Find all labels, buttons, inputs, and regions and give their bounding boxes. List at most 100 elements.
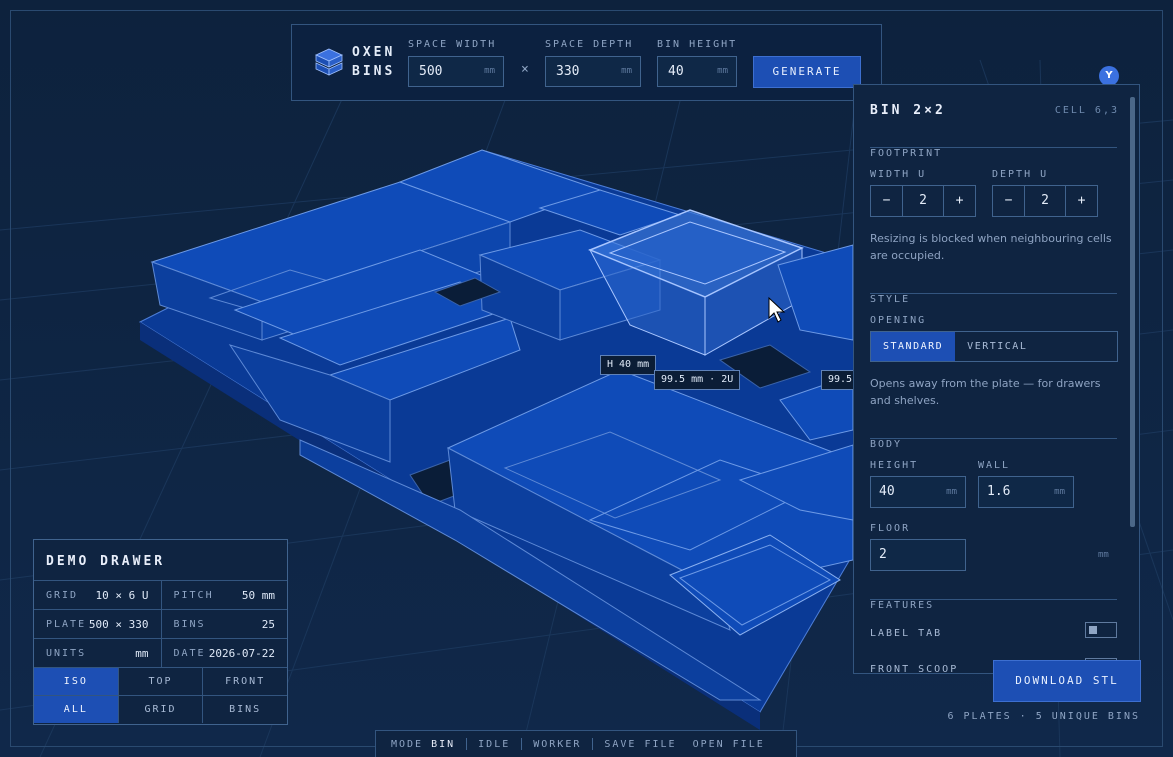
- panel-scrollbar[interactable]: [1130, 97, 1135, 527]
- height-input[interactable]: 40 mm: [870, 476, 966, 508]
- oxen-bins-logo-icon: [315, 48, 343, 76]
- front-scoop-label: FRONT SCOOP: [870, 664, 959, 674]
- floor-label: FLOOR: [870, 523, 911, 534]
- filter-all-button[interactable]: ALL: [34, 696, 118, 723]
- floor-value: 2: [879, 547, 887, 562]
- pitch-stat: PITCH 50 mm: [160, 581, 288, 609]
- width-u-label: WIDTH U: [870, 169, 927, 180]
- plate-value: 500 × 330: [88, 617, 149, 631]
- app-logo-text: OXEN BINS: [352, 43, 395, 81]
- opening-label: OPENING: [870, 315, 927, 326]
- worker-label: WORKER: [533, 738, 582, 750]
- stats-row: GRID 10 × 6 U PITCH 50 mm: [34, 580, 287, 609]
- units-value: mm: [135, 646, 149, 660]
- filter-bins-button[interactable]: BINS: [202, 696, 287, 723]
- space-width-label: SPACE WIDTH: [408, 39, 497, 50]
- date-key: DATE: [173, 647, 206, 659]
- filter-grid-button[interactable]: GRID: [117, 696, 203, 723]
- logo-line-2: BINS: [352, 64, 396, 79]
- width-decrement-button[interactable]: −: [871, 186, 903, 216]
- wall-input[interactable]: 1.6 mm: [978, 476, 1074, 508]
- body-section: BODY: [870, 432, 1117, 450]
- download-stl-button[interactable]: DOWNLOAD STL: [993, 660, 1141, 702]
- height-dimension-tag: H 40 mm: [600, 355, 657, 375]
- features-section: FEATURES: [870, 593, 1117, 611]
- status-divider: [521, 738, 523, 750]
- drawer-stats-grid: GRID 10 × 6 U PITCH 50 mm PLATE 500 × 330 B…: [34, 580, 287, 723]
- save-file-button[interactable]: SAVE FILE: [604, 739, 676, 750]
- wall-value: 1.6: [987, 484, 1011, 499]
- mode-label: MODE: [391, 738, 424, 750]
- date-value: 2026-07-22: [208, 646, 275, 660]
- body-heading: BODY: [870, 439, 911, 450]
- space-depth-field: SPACE DEPTH 330 mm: [545, 39, 641, 87]
- bin-height-input[interactable]: 40 mm: [657, 56, 737, 87]
- bin-height-value: 40: [668, 64, 684, 79]
- footprint-heading: FOOTPRINT: [870, 148, 951, 159]
- opening-vertical-option[interactable]: VERTICAL: [955, 332, 1039, 361]
- space-depth-unit: mm: [621, 66, 632, 76]
- axis-y-gizmo[interactable]: Y: [1099, 66, 1119, 86]
- plate-stat: PLATE 500 × 330: [34, 610, 161, 638]
- label-tab-row: LABEL TAB: [870, 621, 1117, 639]
- height-unit: mm: [946, 487, 957, 497]
- depth-u-label: DEPTH U: [992, 169, 1049, 180]
- logo-line-1: OXEN: [352, 45, 396, 60]
- pitch-key: PITCH: [173, 589, 214, 601]
- footprint-section: FOOTPRINT: [870, 141, 1117, 159]
- bin-inspector-panel: BIN 2×2 CELL 6,3 FOOTPRINT WIDTH U DEPTH…: [853, 84, 1140, 674]
- generate-button[interactable]: GENERATE: [753, 56, 861, 88]
- space-width-unit: mm: [484, 66, 495, 76]
- open-file-button[interactable]: OPEN FILE: [693, 739, 765, 750]
- depth-decrement-button[interactable]: −: [993, 186, 1025, 216]
- view-front-button[interactable]: FRONT: [202, 668, 287, 695]
- floor-input[interactable]: 2: [870, 539, 966, 571]
- width-u-value: 2: [919, 193, 927, 208]
- bins-stat: BINS 25: [160, 610, 288, 638]
- height-label: HEIGHT: [870, 460, 919, 471]
- style-section: STYLE: [870, 287, 1117, 305]
- space-width-input[interactable]: 500 mm: [408, 56, 504, 87]
- status-divider: [466, 738, 468, 750]
- status-divider: [592, 738, 594, 750]
- stats-row: UNITS mm DATE 2026-07-22: [34, 638, 287, 667]
- label-tab-toggle[interactable]: [1085, 622, 1117, 638]
- view-top-button[interactable]: TOP: [117, 668, 203, 695]
- opening-standard-option[interactable]: STANDARD: [871, 332, 956, 361]
- stats-row: PLATE 500 × 330 BINS 25: [34, 609, 287, 638]
- bins-key: BINS: [173, 618, 206, 630]
- grid-value: 10 × 6 U: [95, 588, 149, 602]
- wall-label: WALL: [978, 460, 1011, 471]
- floor-unit: mm: [1098, 550, 1109, 560]
- cell-coordinate: CELL 6,3: [1054, 105, 1119, 116]
- space-width-field: SPACE WIDTH 500 mm: [408, 39, 504, 87]
- depth-increment-button[interactable]: +: [1065, 186, 1097, 216]
- view-iso-button[interactable]: ISO: [34, 668, 118, 695]
- label-tab-label: LABEL TAB: [870, 628, 943, 639]
- wall-unit: mm: [1054, 487, 1065, 497]
- space-depth-input[interactable]: 330 mm: [545, 56, 641, 87]
- space-depth-label: SPACE DEPTH: [545, 39, 634, 50]
- width-dimension-tag: 99.5 mm · 2U: [654, 370, 741, 390]
- features-heading: FEATURES: [870, 600, 943, 611]
- demo-drawer-title: DEMO DRAWER: [46, 554, 166, 569]
- mode-value: BIN: [431, 738, 456, 750]
- demo-drawer-panel: DEMO DRAWER GRID 10 × 6 U PITCH 50 mm PLAT…: [33, 539, 288, 725]
- depth-u-value: 2: [1041, 193, 1049, 208]
- width-increment-button[interactable]: +: [943, 186, 975, 216]
- width-u-stepper: − 2 +: [870, 185, 976, 217]
- style-heading: STYLE: [870, 294, 919, 305]
- opening-segmented-control: STANDARD VERTICAL: [870, 331, 1118, 362]
- depth-u-stepper: − 2 +: [992, 185, 1098, 217]
- space-width-value: 500: [419, 64, 443, 79]
- space-depth-value: 330: [556, 64, 580, 79]
- date-stat: DATE 2026-07-22: [160, 639, 288, 667]
- plates-summary: 6 PLATES · 5 UNIQUE BINS: [947, 711, 1140, 722]
- bin-height-field: BIN HEIGHT 40 mm: [657, 39, 737, 87]
- units-key: UNITS: [46, 647, 87, 659]
- units-stat: UNITS mm: [34, 639, 161, 667]
- pitch-value: 50 mm: [241, 588, 275, 602]
- view-buttons: ISO TOP FRONT: [34, 667, 287, 695]
- status-bar: MODE BIN IDLE WORKER SAVE FILE OPEN FILE: [375, 730, 797, 757]
- grid-key: GRID: [46, 589, 79, 601]
